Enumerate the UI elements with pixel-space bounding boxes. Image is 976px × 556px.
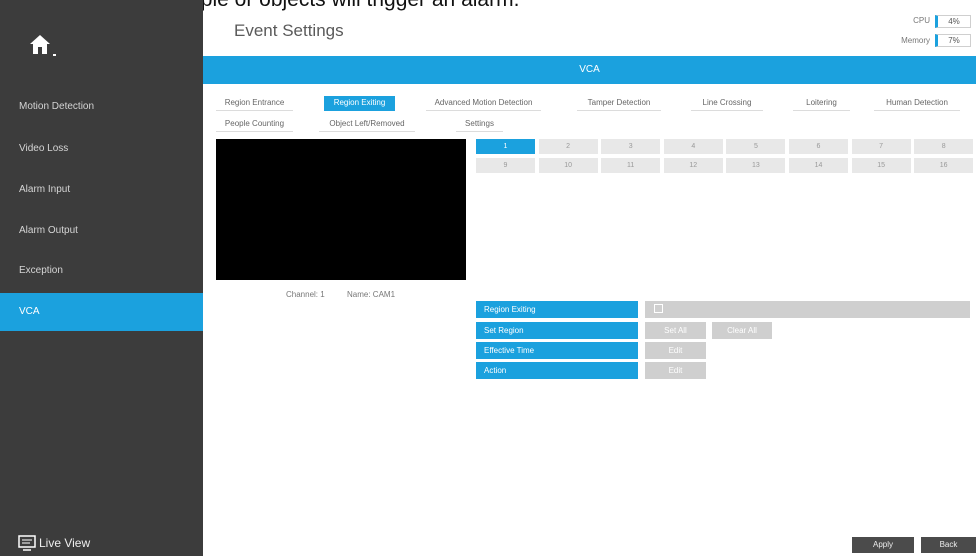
- action-edit-button[interactable]: Edit: [645, 362, 706, 379]
- vca-header-bar: VCA: [203, 56, 976, 84]
- channel-button[interactable]: 13: [726, 158, 786, 173]
- channel-button[interactable]: 6: [789, 139, 848, 154]
- live-view-button[interactable]: Live View: [18, 534, 90, 552]
- channel-button[interactable]: 10: [538, 158, 598, 173]
- video-preview[interactable]: [216, 139, 466, 280]
- memory-label: Memory: [901, 36, 930, 45]
- tab-settings[interactable]: Settings: [456, 117, 503, 132]
- tab-loitering[interactable]: Loitering: [793, 96, 850, 111]
- sidebar-item-vca[interactable]: VCA: [0, 293, 203, 331]
- channel-button[interactable]: 3: [601, 139, 661, 154]
- sidebar-item-alarm-output[interactable]: Alarm Output: [0, 212, 203, 250]
- sidebar-item-video-loss[interactable]: Video Loss: [0, 130, 203, 168]
- channel-button[interactable]: 11: [601, 158, 661, 173]
- tab-people-counting[interactable]: People Counting: [216, 117, 293, 132]
- clear-all-button[interactable]: Clear All: [712, 322, 772, 339]
- channel-button[interactable]: 9: [476, 158, 535, 173]
- channel-button[interactable]: 7: [851, 139, 911, 154]
- effective-time-label: Effective Time: [476, 342, 638, 359]
- monitor-icon: [18, 535, 36, 551]
- tab-region-exiting[interactable]: Region Exiting: [324, 96, 395, 111]
- region-exiting-field: [645, 301, 970, 318]
- channel-button[interactable]: 14: [789, 158, 848, 173]
- sidebar: Motion Detection Video Loss Alarm Input …: [0, 0, 203, 556]
- channel-label: Channel: 1: [286, 290, 325, 299]
- channel-button[interactable]: 12: [663, 158, 723, 173]
- back-button[interactable]: Back: [921, 537, 976, 553]
- tab-object-left-removed[interactable]: Object Left/Removed: [319, 117, 415, 132]
- sidebar-item-exception[interactable]: Exception: [0, 252, 203, 290]
- apply-button[interactable]: Apply: [852, 537, 914, 553]
- tab-tamper-detection[interactable]: Tamper Detection: [577, 96, 661, 111]
- channel-button[interactable]: 8: [914, 139, 974, 154]
- channel-button[interactable]: 16: [914, 158, 974, 173]
- tab-region-entrance[interactable]: Region Entrance: [216, 96, 293, 111]
- memory-value: 7%: [935, 34, 971, 47]
- action-label: Action: [476, 362, 638, 379]
- page-title: Event Settings: [234, 21, 344, 40]
- tab-human-detection[interactable]: Human Detection: [874, 96, 960, 111]
- camera-name-label: Name: CAM1: [347, 290, 396, 299]
- channel-button[interactable]: 15: [851, 158, 911, 173]
- cpu-label: CPU: [913, 16, 930, 25]
- live-view-label: Live View: [39, 536, 91, 550]
- tab-advanced-motion-detection[interactable]: Advanced Motion Detection: [426, 96, 541, 111]
- sidebar-item-alarm-input[interactable]: Alarm Input: [0, 171, 203, 209]
- sidebar-item-motion-detection[interactable]: Motion Detection: [0, 88, 203, 126]
- channel-button[interactable]: 1: [476, 139, 535, 154]
- home-icon[interactable]: [28, 32, 58, 58]
- effective-time-edit-button[interactable]: Edit: [645, 342, 706, 359]
- tab-line-crossing[interactable]: Line Crossing: [691, 96, 763, 111]
- region-exiting-label: Region Exiting: [476, 301, 638, 318]
- channel-button[interactable]: 4: [663, 139, 723, 154]
- channel-button[interactable]: 2: [538, 139, 598, 154]
- region-exiting-checkbox[interactable]: [654, 304, 663, 313]
- channel-button[interactable]: 5: [726, 139, 786, 154]
- set-region-label: Set Region: [476, 322, 638, 339]
- set-all-button[interactable]: Set All: [645, 322, 706, 339]
- cpu-value: 4%: [935, 15, 971, 28]
